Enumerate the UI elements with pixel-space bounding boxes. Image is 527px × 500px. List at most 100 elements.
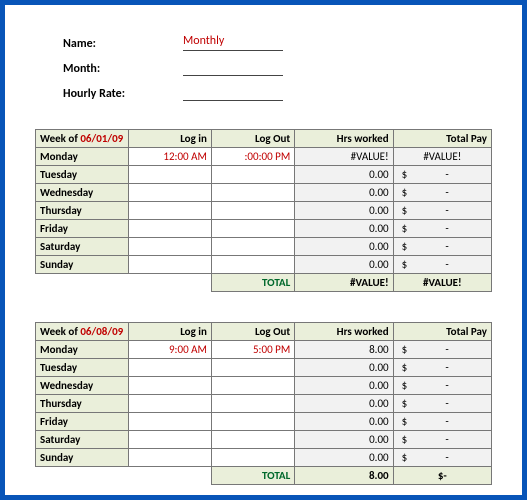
logout-cell[interactable]: [211, 377, 294, 395]
total-hrs: #VALUE!: [295, 274, 393, 292]
name-value[interactable]: Monthly: [183, 34, 283, 51]
hrs-cell: 0.00: [295, 395, 393, 413]
login-cell[interactable]: [128, 256, 211, 274]
table-row: Friday 0.00$-: [36, 413, 492, 431]
hrs-cell: #VALUE!: [295, 148, 393, 166]
rate-row: Hourly Rate:: [63, 79, 492, 101]
total-row: TOTAL #VALUE! #VALUE!: [36, 274, 492, 292]
hrs-cell: 0.00: [295, 256, 393, 274]
pay-cell: $-: [393, 341, 491, 359]
hrs-header: Hrs worked: [295, 130, 393, 148]
header-section: Name: Monthly Month: Hourly Rate:: [63, 29, 492, 101]
login-cell[interactable]: [128, 166, 211, 184]
pay-cell: $-: [393, 166, 491, 184]
table-row: Saturday0.00$-: [36, 431, 492, 449]
login-cell[interactable]: [128, 449, 211, 467]
table-row: Wednesday0.00$-: [36, 184, 492, 202]
pay-cell: $-: [393, 431, 491, 449]
day-cell: Saturday: [36, 238, 129, 256]
day-cell: Friday: [36, 413, 129, 431]
month-value[interactable]: [183, 59, 283, 76]
logout-cell[interactable]: [211, 449, 294, 467]
table-header-row: Week of 06/08/09 Log in Log Out Hrs work…: [36, 323, 492, 341]
logout-cell[interactable]: [211, 220, 294, 238]
hrs-cell: 0.00: [295, 166, 393, 184]
logout-header: Log Out: [211, 130, 294, 148]
login-cell[interactable]: [128, 184, 211, 202]
week2-table: Week of 06/08/09 Log in Log Out Hrs work…: [35, 322, 492, 485]
total-label: TOTAL: [211, 274, 294, 292]
rate-label: Hourly Rate:: [63, 87, 183, 101]
login-header: Log in: [128, 323, 211, 341]
month-row: Month:: [63, 54, 492, 76]
total-hrs: 8.00: [295, 467, 393, 485]
week1-table: Week of 06/01/09 Log in Log Out Hrs work…: [35, 129, 492, 292]
total-pay: #VALUE!: [393, 274, 491, 292]
week1-body: Monday12:00 AM:00:00 PM#VALUE!#VALUE!Tue…: [36, 148, 492, 274]
logout-cell[interactable]: :00:00 PM: [211, 148, 294, 166]
logout-cell[interactable]: [211, 431, 294, 449]
hrs-cell: 0.00: [295, 184, 393, 202]
page-container: Name: Monthly Month: Hourly Rate: Week o…: [0, 0, 527, 500]
total-pay: $-: [393, 467, 491, 485]
rate-value[interactable]: [183, 84, 283, 101]
hrs-cell: 0.00: [295, 413, 393, 431]
logout-cell[interactable]: [211, 395, 294, 413]
logout-cell[interactable]: [211, 202, 294, 220]
login-cell[interactable]: [128, 431, 211, 449]
hrs-header: Hrs worked: [295, 323, 393, 341]
name-row: Name: Monthly: [63, 29, 492, 51]
pay-cell: #VALUE!: [393, 148, 491, 166]
week-header: Week of 06/08/09: [36, 323, 129, 341]
login-header: Log in: [128, 130, 211, 148]
logout-cell[interactable]: [211, 238, 294, 256]
table-row: Thursday 0.00$-: [36, 202, 492, 220]
week-header: Week of 06/01/09: [36, 130, 129, 148]
pay-cell: $-: [393, 238, 491, 256]
login-cell[interactable]: [128, 377, 211, 395]
login-cell[interactable]: [128, 359, 211, 377]
login-cell[interactable]: [128, 395, 211, 413]
logout-cell[interactable]: [211, 413, 294, 431]
day-cell: Thursday: [36, 202, 129, 220]
total-row: TOTAL 8.00 $-: [36, 467, 492, 485]
pay-header: Total Pay: [393, 130, 491, 148]
table-header-row: Week of 06/01/09 Log in Log Out Hrs work…: [36, 130, 492, 148]
login-cell[interactable]: 12:00 AM: [128, 148, 211, 166]
pay-cell: $-: [393, 359, 491, 377]
name-label: Name:: [63, 37, 183, 51]
table-row: Sunday0.00$-: [36, 256, 492, 274]
day-cell: Monday: [36, 148, 129, 166]
day-cell: Wednesday: [36, 377, 129, 395]
logout-cell[interactable]: [211, 184, 294, 202]
hrs-cell: 0.00: [295, 220, 393, 238]
logout-cell[interactable]: 5:00 PM: [211, 341, 294, 359]
login-cell[interactable]: [128, 238, 211, 256]
table-row: Monday9:00 AM5:00 PM8.00$-: [36, 341, 492, 359]
login-cell[interactable]: [128, 220, 211, 238]
day-cell: Saturday: [36, 431, 129, 449]
logout-header: Log Out: [211, 323, 294, 341]
hrs-cell: 0.00: [295, 377, 393, 395]
table-row: Friday0.00$-: [36, 220, 492, 238]
login-cell[interactable]: [128, 413, 211, 431]
logout-cell[interactable]: [211, 256, 294, 274]
day-cell: Tuesday: [36, 166, 129, 184]
pay-cell: $-: [393, 184, 491, 202]
pay-cell: $-: [393, 413, 491, 431]
pay-cell: $-: [393, 256, 491, 274]
day-cell: Monday: [36, 341, 129, 359]
pay-cell: $-: [393, 395, 491, 413]
day-cell: Thursday: [36, 395, 129, 413]
login-cell[interactable]: 9:00 AM: [128, 341, 211, 359]
hrs-cell: 8.00: [295, 341, 393, 359]
logout-cell[interactable]: [211, 359, 294, 377]
table-row: Wednesday 0.00$-: [36, 377, 492, 395]
hrs-cell: 0.00: [295, 202, 393, 220]
login-cell[interactable]: [128, 202, 211, 220]
pay-cell: $-: [393, 202, 491, 220]
pay-cell: $-: [393, 377, 491, 395]
table-row: Monday12:00 AM:00:00 PM#VALUE!#VALUE!: [36, 148, 492, 166]
logout-cell[interactable]: [211, 166, 294, 184]
week2-body: Monday9:00 AM5:00 PM8.00$-Tuesday0.00$-W…: [36, 341, 492, 467]
